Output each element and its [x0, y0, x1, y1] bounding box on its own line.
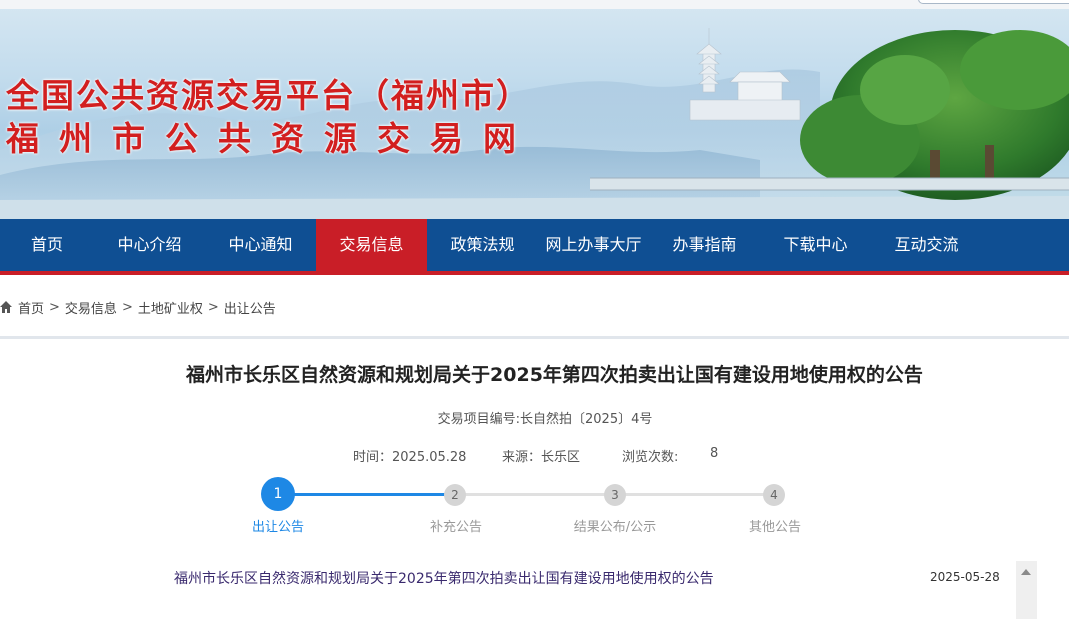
- breadcrumb-separator: >: [121, 299, 133, 315]
- step-1-label[interactable]: 出让公告: [218, 516, 338, 535]
- view-count: 浏览次数:: [622, 446, 678, 465]
- source: 来源：长乐区: [502, 446, 580, 465]
- breadcrumb-separator: >: [207, 299, 219, 315]
- step-4-label[interactable]: 其他公告: [715, 516, 835, 535]
- top-strip: [0, 0, 1069, 9]
- main-nav: 首页 中心介绍 中心通知 交易信息 政策法规 网上办事大厅 办事指南 下载中心 …: [0, 219, 1069, 271]
- nav-item-trade-info[interactable]: 交易信息: [316, 219, 427, 271]
- step-4-circle[interactable]: 4: [763, 484, 785, 506]
- step-3-circle[interactable]: 3: [604, 484, 626, 506]
- publish-time-value: 2025.05.28: [392, 450, 467, 465]
- project-code: 交易项目编号:长自然拍〔2025〕4号: [437, 412, 653, 427]
- scrollbar[interactable]: [1016, 561, 1037, 619]
- publish-time: 时间：2025.05.28: [353, 446, 466, 465]
- step-connector-active: [278, 493, 456, 496]
- nav-bottom-bar: [0, 271, 1069, 275]
- page: 全国公共资源交易平台（福州市） 福州市公共资源交易网 首页 中心介绍 中心通知 …: [0, 0, 1069, 619]
- breadcrumb-trade-info[interactable]: 交易信息: [65, 298, 117, 317]
- breadcrumb-separator: >: [49, 299, 60, 315]
- breadcrumb: 首页 > 交易信息 > 土地矿业权 > 出让公告: [0, 296, 276, 318]
- nav-item-interaction[interactable]: 互动交流: [871, 219, 982, 271]
- site-title-secondary: 福州市公共资源交易网: [6, 119, 536, 158]
- nav-item-home[interactable]: 首页: [0, 219, 94, 271]
- breadcrumb-transfer-notice[interactable]: 出让公告: [224, 298, 276, 317]
- view-count-label: 浏览次数:: [622, 450, 679, 465]
- source-value: 长乐区: [541, 450, 581, 465]
- home-icon: [0, 301, 12, 313]
- site-title-primary: 全国公共资源交易平台（福州市）: [6, 76, 531, 115]
- nav-item-online-hall[interactable]: 网上办事大厅: [538, 219, 649, 271]
- step-2-circle[interactable]: 2: [444, 484, 466, 506]
- breadcrumb-land-mining[interactable]: 土地矿业权: [138, 298, 203, 317]
- notice-link[interactable]: 福州市长乐区自然资源和规划局关于2025年第四次拍卖出让国有建设用地使用权的公告: [174, 568, 714, 588]
- step-1-circle[interactable]: 1: [261, 477, 295, 511]
- search-box-edge[interactable]: [918, 0, 1069, 4]
- nav-item-policy[interactable]: 政策法规: [427, 219, 538, 271]
- nav-item-guide[interactable]: 办事指南: [649, 219, 760, 271]
- step-2-label[interactable]: 补充公告: [396, 516, 516, 535]
- nav-item-center-notice[interactable]: 中心通知: [205, 219, 316, 271]
- nav-item-center-intro[interactable]: 中心介绍: [94, 219, 205, 271]
- notice-date: 2025-05-28: [930, 570, 1000, 584]
- breadcrumb-home[interactable]: 首页: [18, 298, 44, 317]
- breadcrumb-divider: [0, 336, 1069, 339]
- scroll-up-icon[interactable]: [1021, 569, 1031, 575]
- step-3-label[interactable]: 结果公布/公示: [555, 516, 675, 535]
- source-label: 来源：: [502, 450, 542, 465]
- site-banner: 全国公共资源交易平台（福州市） 福州市公共资源交易网: [0, 0, 1069, 219]
- nav-item-downloads[interactable]: 下载中心: [760, 219, 871, 271]
- view-count-value: 8: [710, 446, 719, 461]
- article-title: 福州市长乐区自然资源和规划局关于2025年第四次拍卖出让国有建设用地使用权的公告: [186, 364, 923, 386]
- publish-time-label: 时间：: [353, 450, 393, 465]
